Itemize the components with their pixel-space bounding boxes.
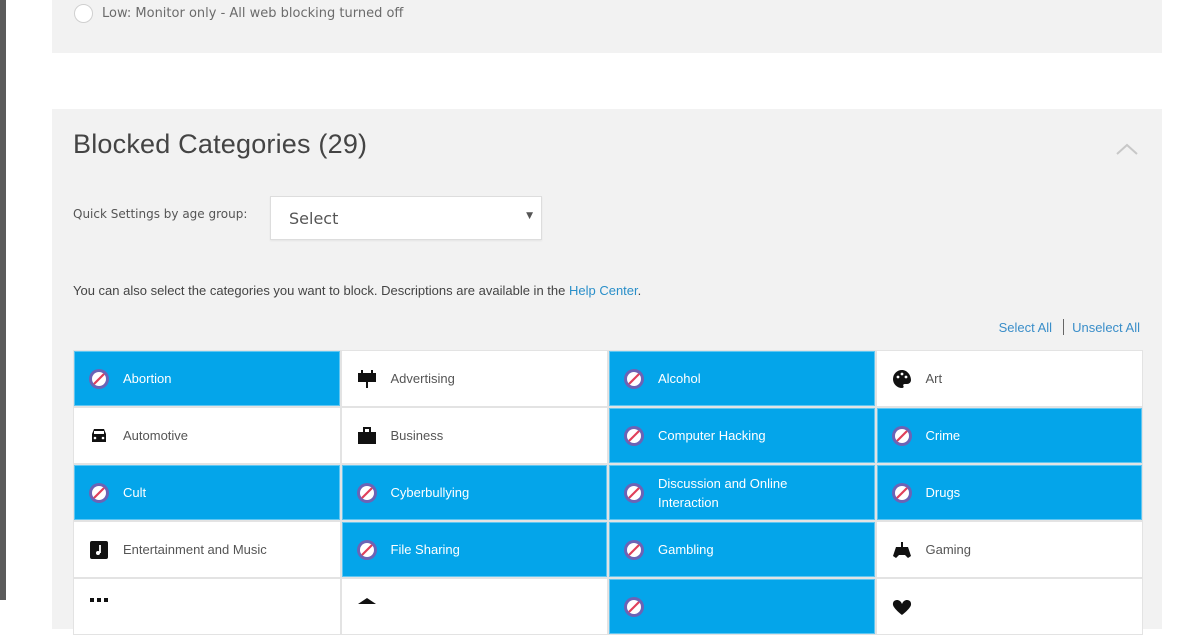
category-tile[interactable]: File Sharing	[341, 522, 607, 577]
category-label: Gambling	[658, 542, 714, 557]
category-grid: Abortion Advertising Alcohol Art Automotive B…	[73, 350, 1143, 635]
category-label: Abortion	[123, 371, 172, 386]
category-label: Computer Hacking	[658, 428, 766, 443]
selection-links: Select All Unselect All	[999, 319, 1140, 335]
age-group-select[interactable]: Select ▼	[270, 196, 542, 240]
window-edge	[0, 0, 6, 600]
category-tile[interactable]	[876, 579, 1142, 634]
category-label: Drugs	[925, 485, 961, 500]
category-tile[interactable]: Automotive	[74, 408, 340, 463]
category-label: Advertising	[390, 371, 455, 386]
quick-settings-label: Quick Settings by age group:	[73, 207, 248, 221]
category-tile[interactable]: Abortion	[74, 351, 340, 406]
palette-icon	[891, 368, 913, 390]
category-label: Discussion and Online Interaction	[658, 475, 788, 510]
radio-button[interactable]	[74, 4, 93, 23]
chevron-up-icon[interactable]	[1115, 141, 1139, 157]
category-tile[interactable]: Advertising	[341, 351, 607, 406]
blocked-icon	[356, 539, 378, 561]
category-tile[interactable]: Cult	[74, 465, 340, 520]
radio-option-low[interactable]: Low: Monitor only - All web blocking tur…	[74, 4, 403, 23]
category-tile[interactable]	[341, 579, 607, 634]
music-icon	[88, 539, 110, 561]
grid-icon	[88, 596, 110, 618]
category-tile[interactable]: Art	[876, 351, 1142, 406]
blocked-icon	[623, 539, 645, 561]
radio-label: Low: Monitor only - All web blocking tur…	[102, 6, 404, 21]
category-label: File Sharing	[390, 542, 460, 557]
description-text: You can also select the categories you w…	[73, 283, 641, 298]
category-tile[interactable]	[74, 579, 340, 634]
caret-down-icon: ▼	[526, 211, 533, 221]
blocked-icon	[623, 482, 645, 504]
category-label: Crime	[925, 428, 961, 443]
building-icon	[356, 596, 378, 618]
description-body: You can also select the categories you w…	[73, 283, 569, 298]
security-level-panel: Low: Monitor only - All web blocking tur…	[52, 0, 1162, 53]
category-label: Alcohol	[658, 371, 701, 386]
blocked-icon	[88, 482, 110, 504]
heart-icon	[891, 596, 913, 618]
section-title: Blocked Categories (29)	[73, 129, 368, 159]
category-tile[interactable]: Cyberbullying	[341, 465, 607, 520]
category-label: Automotive	[123, 428, 189, 443]
blocked-icon	[891, 425, 913, 447]
blocked-icon	[356, 482, 378, 504]
blocked-categories-panel: Blocked Categories (29) Quick Settings b…	[52, 109, 1162, 635]
category-tile[interactable]: Gambling	[609, 522, 875, 577]
blocked-icon	[623, 425, 645, 447]
blocked-icon	[623, 368, 645, 390]
category-tile[interactable]: Business	[341, 408, 607, 463]
help-center-link[interactable]: Help Center	[569, 283, 638, 298]
category-tile[interactable]: Discussion and Online Interaction	[609, 465, 875, 520]
category-tile[interactable]: Computer Hacking	[609, 408, 875, 463]
blocked-icon	[88, 368, 110, 390]
billboard-icon	[356, 368, 378, 390]
briefcase-icon	[356, 425, 378, 447]
select-value: Select	[289, 209, 339, 228]
category-tile[interactable]: Crime	[876, 408, 1142, 463]
blocked-icon	[891, 482, 913, 504]
category-tile[interactable]: Alcohol	[609, 351, 875, 406]
blocked-icon	[623, 596, 645, 618]
category-label: Gaming	[925, 542, 972, 557]
category-label: Business	[390, 428, 444, 443]
category-label: Cyberbullying	[390, 485, 470, 500]
category-tile[interactable]: Drugs	[876, 465, 1142, 520]
category-label: Cult	[123, 485, 147, 500]
divider	[1063, 319, 1065, 335]
category-label: Art	[925, 371, 943, 386]
description-suffix: .	[637, 283, 642, 298]
category-label: Entertainment and Music	[123, 542, 267, 557]
select-all-link[interactable]: Select All	[999, 320, 1052, 335]
category-tile[interactable]	[609, 579, 875, 634]
category-tile[interactable]: Entertainment and Music	[74, 522, 340, 577]
unselect-all-link[interactable]: Unselect All	[1072, 320, 1140, 335]
car-icon	[88, 425, 110, 447]
gamepad-icon	[891, 539, 913, 561]
category-tile[interactable]: Gaming	[876, 522, 1142, 577]
